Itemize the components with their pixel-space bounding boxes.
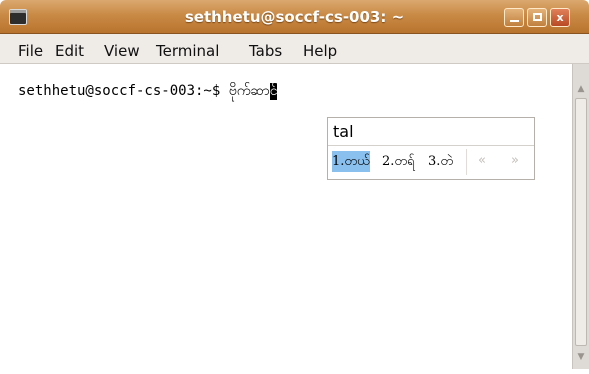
maximize-icon: [532, 13, 542, 21]
ime-preedit-text: tal: [333, 122, 354, 141]
menu-edit[interactable]: Edit: [55, 42, 84, 60]
menu-file[interactable]: File: [18, 42, 43, 60]
ime-preedit-inline: င်: [269, 83, 278, 100]
close-icon: x: [556, 11, 564, 24]
terminal-area[interactable]: sethhetu@soccf-cs-003:~$ ဗိုက်ဆာင်: [0, 64, 572, 369]
menu-tabs[interactable]: Tabs: [249, 42, 282, 60]
scroll-down-icon[interactable]: ▼: [575, 350, 587, 364]
minimize-button[interactable]: [504, 8, 524, 27]
ime-divider: [328, 145, 534, 146]
menu-view[interactable]: View: [104, 42, 140, 60]
text-cursor: င: [269, 83, 278, 99]
menubar: File Edit View Terminal Tabs Help: [0, 34, 589, 64]
vertical-scrollbar[interactable]: ▲ ▼: [572, 64, 589, 369]
candidate-2[interactable]: 2.တရ်: [382, 151, 415, 172]
prev-page-icon[interactable]: «: [478, 153, 486, 168]
window-titlebar[interactable]: sethhetu@soccf-cs-003: ~ x: [0, 0, 589, 34]
close-button[interactable]: x: [550, 8, 570, 27]
scroll-up-icon[interactable]: ▲: [575, 82, 587, 96]
maximize-button[interactable]: [527, 8, 547, 27]
next-page-icon[interactable]: »: [511, 153, 519, 168]
minimize-icon: [509, 20, 519, 22]
command-line: sethhetu@soccf-cs-003:~$ ဗိုက်ဆာင်: [18, 81, 278, 102]
typed-text: ဗိုက်ဆာ: [228, 83, 270, 99]
menu-help[interactable]: Help: [303, 42, 337, 60]
ime-candidate-window: tal 1.တယ် 2.တရ် 3.တဲ « »: [327, 117, 535, 180]
menu-terminal[interactable]: Terminal: [156, 42, 219, 60]
scrollbar-thumb[interactable]: [575, 98, 587, 346]
window-title: sethhetu@soccf-cs-003: ~: [184, 8, 405, 26]
shell-prompt: sethhetu@soccf-cs-003:~$: [18, 83, 229, 99]
ime-nav-divider: [466, 149, 467, 175]
candidate-1[interactable]: 1.တယ်: [332, 151, 370, 172]
candidate-3[interactable]: 3.တဲ: [428, 151, 453, 172]
